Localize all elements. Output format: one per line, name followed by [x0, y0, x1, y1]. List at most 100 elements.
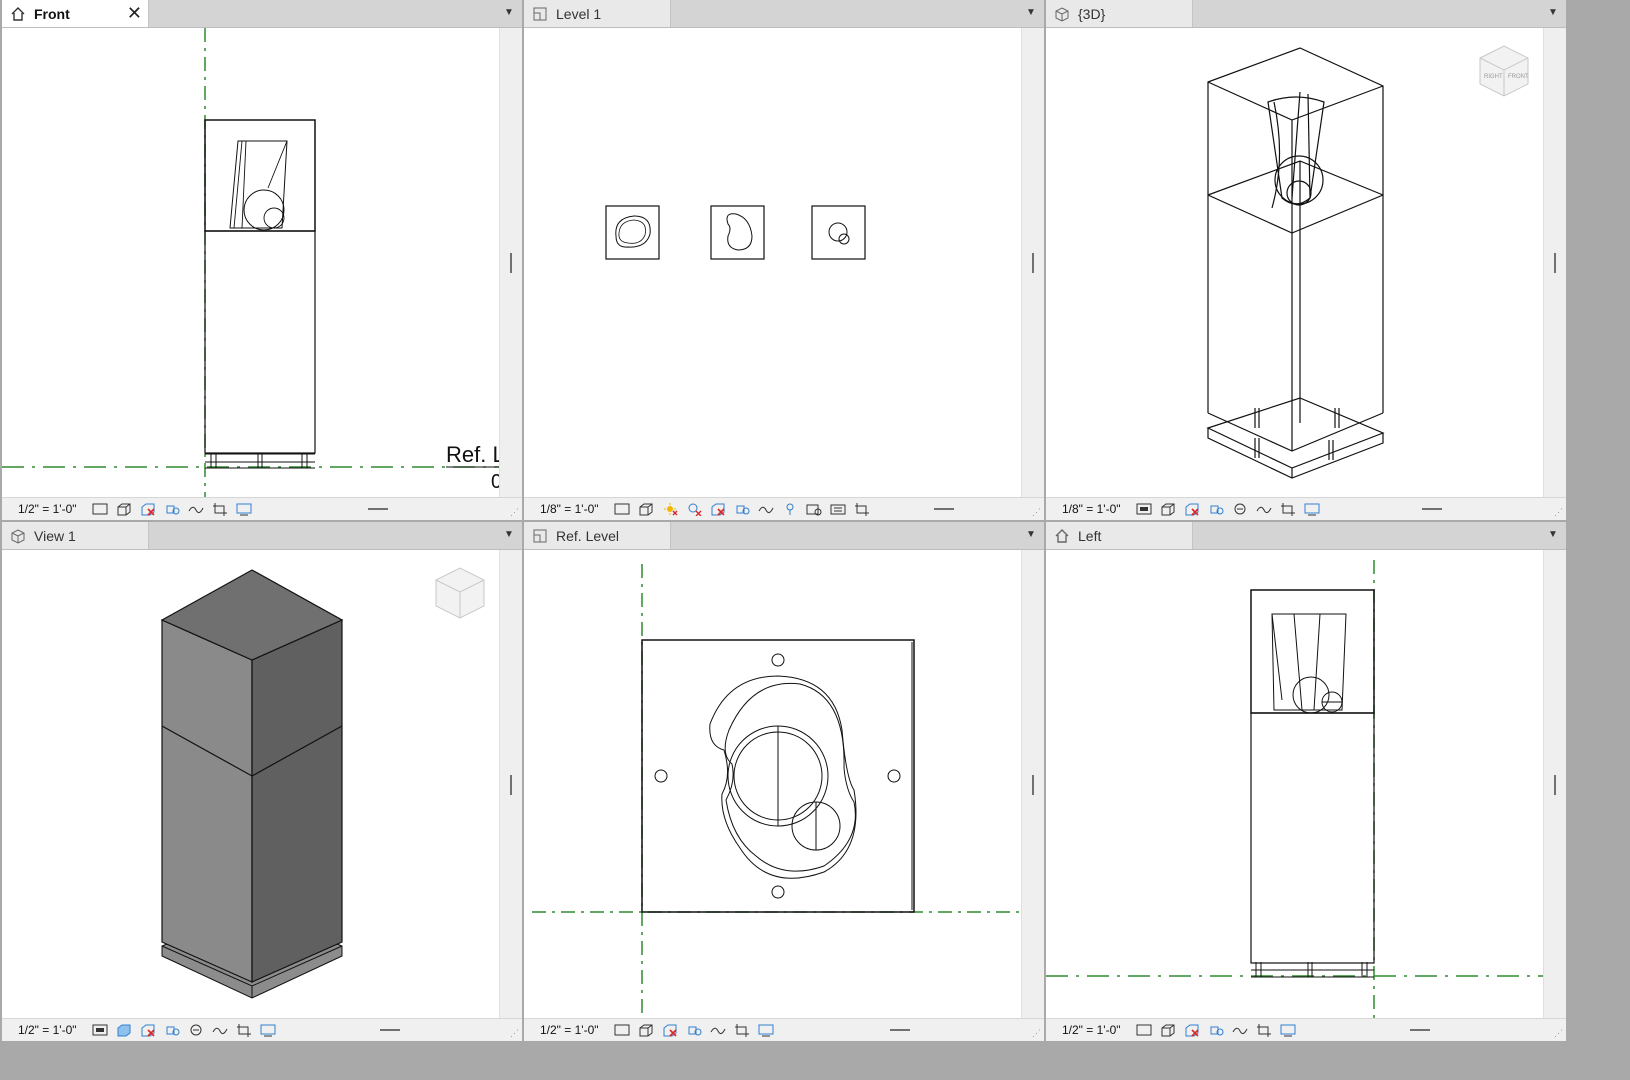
show-crop-region-icon[interactable] [259, 1022, 277, 1038]
horizontal-scroll-thumb[interactable] [890, 1029, 910, 1031]
temporary-hide-icon[interactable] [805, 501, 823, 517]
drawing-canvas[interactable] [524, 550, 1022, 1019]
detail-level-icon[interactable] [613, 501, 631, 517]
sun-path-off-icon[interactable] [1183, 501, 1201, 517]
resize-grip-icon[interactable]: ⋰ [1032, 508, 1041, 517]
show-crop-region-icon[interactable] [1303, 501, 1321, 517]
sun-settings-icon[interactable] [661, 501, 679, 517]
crop-view-icon[interactable] [1279, 501, 1297, 517]
close-icon[interactable]: ✕ [127, 3, 142, 23]
view-scale[interactable]: 1/2" = 1'-0" [1062, 1023, 1121, 1037]
show-crop-region-icon[interactable] [235, 501, 253, 517]
vertical-scrollbar[interactable] [499, 550, 522, 1019]
crop-view-icon[interactable] [1255, 1022, 1273, 1038]
view-scale[interactable]: 1/2" = 1'-0" [540, 1023, 599, 1037]
tab-3d[interactable]: {3D} [1046, 0, 1193, 27]
show-crop-region-icon[interactable] [1279, 1022, 1297, 1038]
drawing-canvas[interactable]: RIGHT FRONT [1046, 28, 1544, 498]
rendering-icon[interactable] [211, 1022, 229, 1038]
tab-ref-level[interactable]: Ref. Level [524, 522, 671, 549]
detail-level-icon[interactable] [91, 1022, 109, 1038]
resize-grip-icon[interactable]: ⋰ [1554, 1029, 1563, 1038]
horizontal-scroll-thumb[interactable] [1422, 508, 1442, 510]
rendering-icon[interactable] [187, 501, 205, 517]
detail-level-icon[interactable] [1135, 501, 1153, 517]
detail-level-icon[interactable] [91, 501, 109, 517]
render-icon[interactable] [1231, 501, 1249, 517]
vertical-scrollbar[interactable] [1021, 550, 1044, 1019]
rendering-icon[interactable] [709, 1022, 727, 1038]
viewcube[interactable]: RIGHT FRONT [1479, 45, 1529, 97]
tab-left[interactable]: Left [1046, 522, 1193, 549]
visual-style-icon[interactable] [115, 501, 133, 517]
shadows-off-icon[interactable] [685, 501, 703, 517]
view-front[interactable]: Front ✕ ▼ Ref. L 0 1/2" = 1'-0" ⋰ [2, 0, 522, 520]
view-view1[interactable]: View 1 ▼ 1/2" = 1'-0" ⋰ [2, 522, 522, 1041]
vertical-scrollbar[interactable] [1021, 28, 1044, 498]
chevron-down-icon[interactable]: ▼ [1546, 6, 1560, 20]
viewcube[interactable] [435, 567, 485, 619]
vertical-scrollbar[interactable] [499, 28, 522, 498]
tabbar: Left ▼ [1046, 522, 1566, 550]
sun-path-off-icon[interactable] [1183, 1022, 1201, 1038]
show-crop-region-icon[interactable] [757, 1022, 775, 1038]
horizontal-scroll-thumb[interactable] [934, 508, 954, 510]
shadows-off-icon[interactable] [163, 1022, 181, 1038]
shadows-off-icon[interactable] [1207, 1022, 1225, 1038]
pin-icon[interactable] [781, 501, 799, 517]
resize-grip-icon[interactable]: ⋰ [510, 508, 519, 517]
drawing-canvas[interactable] [2, 550, 500, 1019]
view-ref-level[interactable]: Ref. Level ▼ 1/2" = 1'-0" ⋰ [524, 522, 1044, 1041]
rendering-icon[interactable] [757, 501, 775, 517]
horizontal-scroll-thumb[interactable] [1410, 1029, 1430, 1031]
sun-path-off-icon[interactable] [139, 1022, 157, 1038]
tab-front[interactable]: Front ✕ [2, 0, 149, 27]
sun-path-off-icon[interactable] [139, 501, 157, 517]
chevron-down-icon[interactable]: ▼ [502, 6, 516, 20]
drawing-canvas[interactable] [1046, 550, 1544, 1019]
shadows-off-icon[interactable] [163, 501, 181, 517]
detail-level-icon[interactable] [613, 1022, 631, 1038]
chevron-down-icon[interactable]: ▼ [1546, 528, 1560, 542]
shadows-off-icon[interactable] [685, 1022, 703, 1038]
visual-style-icon[interactable] [1159, 501, 1177, 517]
tab-level1[interactable]: Level 1 [524, 0, 671, 27]
visual-style-icon[interactable] [637, 1022, 655, 1038]
rendering-icon[interactable] [1231, 1022, 1249, 1038]
resize-grip-icon[interactable]: ⋰ [1032, 1029, 1041, 1038]
view-left[interactable]: Left ▼ 1/2" = 1'-0" ⋰ [1046, 522, 1566, 1041]
chevron-down-icon[interactable]: ▼ [502, 528, 516, 542]
crop-view-icon[interactable] [211, 501, 229, 517]
view-3d[interactable]: {3D} ▼ RIGHT FRONT 1/8" = 1'-0" ⋰ [1046, 0, 1566, 520]
crop-view-icon[interactable] [733, 501, 751, 517]
view-level1[interactable]: Level 1 ▼ 1/8" = 1'-0" ⋰ [524, 0, 1044, 520]
vertical-scrollbar[interactable] [1543, 28, 1566, 498]
vertical-scrollbar[interactable] [1543, 550, 1566, 1019]
view-scale[interactable]: 1/2" = 1'-0" [18, 502, 77, 516]
horizontal-scroll-thumb[interactable] [380, 1029, 400, 1031]
tab-view1[interactable]: View 1 [2, 522, 149, 549]
detail-level-icon[interactable] [1135, 1022, 1153, 1038]
horizontal-scroll-thumb[interactable] [368, 508, 388, 510]
visual-style-icon[interactable] [637, 501, 655, 517]
shadows-off-icon[interactable] [1207, 501, 1225, 517]
visual-style-shaded-icon[interactable] [115, 1022, 133, 1038]
view-scale[interactable]: 1/2" = 1'-0" [18, 1023, 77, 1037]
view-scale[interactable]: 1/8" = 1'-0" [540, 502, 599, 516]
chevron-down-icon[interactable]: ▼ [1024, 6, 1038, 20]
reveal-hidden-icon[interactable] [829, 501, 847, 517]
crop-view-icon[interactable] [235, 1022, 253, 1038]
sun-path-off-icon[interactable] [661, 1022, 679, 1038]
view-scale[interactable]: 1/8" = 1'-0" [1062, 502, 1121, 516]
rendering-icon[interactable] [1255, 501, 1273, 517]
resize-grip-icon[interactable]: ⋰ [1554, 508, 1563, 517]
sun-path-off-icon[interactable] [709, 501, 727, 517]
drawing-canvas[interactable] [524, 28, 1022, 498]
crop-view-icon[interactable] [733, 1022, 751, 1038]
resize-grip-icon[interactable]: ⋰ [510, 1029, 519, 1038]
render-icon[interactable] [187, 1022, 205, 1038]
drawing-canvas[interactable]: Ref. L 0 [2, 28, 500, 498]
show-crop-region-icon[interactable] [853, 501, 871, 517]
visual-style-icon[interactable] [1159, 1022, 1177, 1038]
chevron-down-icon[interactable]: ▼ [1024, 528, 1038, 542]
